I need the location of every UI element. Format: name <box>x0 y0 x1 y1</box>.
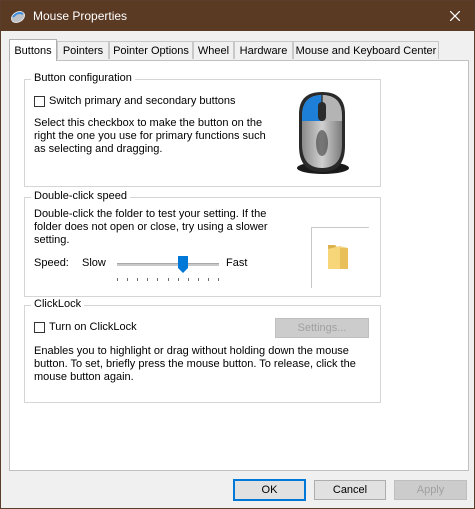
slider-tick <box>218 278 219 281</box>
tab-buttons[interactable]: Buttons <box>9 39 57 61</box>
group-title: Button configuration <box>31 72 135 84</box>
tab-panel-buttons: Button configuration Switch primary and … <box>9 60 469 471</box>
slider-track <box>117 263 219 266</box>
clicklock-description: Enables you to highlight or drag without… <box>34 345 356 383</box>
slider-tick <box>168 278 169 281</box>
switch-buttons-label[interactable]: Switch primary and secondary buttons <box>49 95 235 107</box>
slider-tick <box>208 278 209 281</box>
fast-label: Fast <box>226 257 248 269</box>
mouse-properties-window: Mouse Properties Buttons Pointers Pointe… <box>0 0 475 509</box>
ok-button[interactable]: OK <box>233 479 306 501</box>
slider-tick <box>188 278 189 281</box>
double-click-test-area[interactable] <box>311 227 369 288</box>
slider-tick <box>137 278 138 281</box>
title-bar[interactable]: Mouse Properties <box>1 1 474 31</box>
tab-bar: Buttons Pointers Pointer Options Wheel H… <box>9 39 469 61</box>
close-icon <box>450 11 460 21</box>
slider-tick <box>117 278 118 281</box>
folder-icon[interactable] <box>325 243 351 271</box>
slider-tick <box>157 278 158 281</box>
slider-tick <box>178 278 179 281</box>
slider-thumb[interactable] <box>178 256 188 273</box>
window-title: Mouse Properties <box>33 9 128 23</box>
group-title: ClickLock <box>31 298 85 310</box>
button-config-description: Select this checkbox to make the button … <box>34 117 266 155</box>
double-click-speed-slider[interactable] <box>117 256 219 282</box>
apply-button[interactable]: Apply <box>394 480 467 500</box>
double-click-speed-group: Double-click speed Double-click the fold… <box>24 190 381 297</box>
cancel-button[interactable]: Cancel <box>314 480 386 500</box>
tab-mouse-and-keyboard-center[interactable]: Mouse and Keyboard Center <box>293 41 439 59</box>
tab-hardware[interactable]: Hardware <box>234 41 293 59</box>
tab-pointers[interactable]: Pointers <box>57 41 109 59</box>
clicklock-group: ClickLock Turn on ClickLock Settings... … <box>24 298 381 403</box>
switch-buttons-checkbox[interactable] <box>34 96 45 107</box>
tab-pointer-options[interactable]: Pointer Options <box>109 41 193 59</box>
slider-tick <box>198 278 199 281</box>
speed-label: Speed: <box>34 257 69 269</box>
tab-wheel[interactable]: Wheel <box>193 41 234 59</box>
clicklock-settings-button[interactable]: Settings... <box>275 318 369 338</box>
slider-tick <box>147 278 148 281</box>
clicklock-label[interactable]: Turn on ClickLock <box>49 321 137 333</box>
mouse-illustration-icon <box>297 92 349 174</box>
double-click-description: Double-click the folder to test your set… <box>34 208 268 246</box>
mouse-icon <box>11 11 25 23</box>
slow-label: Slow <box>82 257 106 269</box>
button-configuration-group: Button configuration Switch primary and … <box>24 72 381 187</box>
clicklock-checkbox[interactable] <box>34 322 45 333</box>
slider-tick <box>127 278 128 281</box>
group-title: Double-click speed <box>31 190 130 202</box>
close-button[interactable] <box>440 5 470 27</box>
